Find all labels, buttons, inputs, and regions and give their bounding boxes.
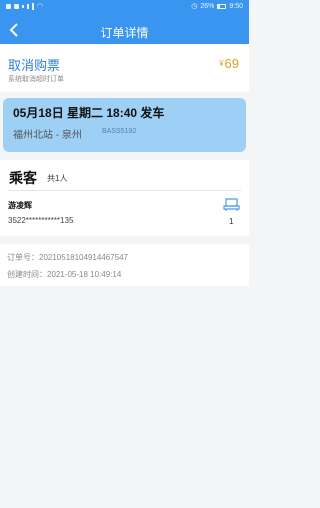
status-icons-right: ◷ 26% 9:50 — [191, 2, 243, 11]
page-title: 订单详情 — [100, 26, 149, 40]
order-status-title: 取消购票 — [8, 58, 61, 73]
clock-time: 9:50 — [229, 2, 243, 10]
alarm-icon: ◷ — [191, 3, 198, 10]
passenger-heading: 乘客 — [9, 170, 37, 186]
signal-icon — [22, 4, 24, 8]
signal-icon — [32, 2, 34, 10]
battery-icon — [217, 3, 227, 9]
price-amount: 69 — [224, 56, 239, 71]
divider — [8, 190, 241, 191]
status-icons-left: ◠ — [6, 2, 43, 10]
order-info-card: 订单号：20210518104914467547 创建时间：2021-05-18… — [0, 244, 249, 286]
passenger-name: 游凌辉 — [8, 201, 32, 210]
order-status-subtitle: 系统取消超时订单 — [8, 76, 64, 83]
passenger-id-number: 3522***********135 — [8, 216, 74, 225]
nav-bar: 订单详情 — [0, 16, 249, 44]
passenger-card: 乘客 共1人 游凌辉 3522***********135 1 — [0, 160, 249, 236]
departure-datetime: 05月18日 星期二 18:40 发车 — [13, 106, 165, 120]
order-number: 订单号：20210518104914467547 — [7, 253, 128, 262]
app-header: ◠ ◷ 26% 9:50 订单详情 — [0, 0, 249, 44]
created-time: 创建时间：2021-05-18 10:49:14 — [7, 270, 122, 279]
seat-icon — [223, 198, 240, 211]
trip-code: BASS5192 — [102, 128, 137, 135]
wifi-icon: ◠ — [37, 3, 44, 10]
trip-card: 05月18日 星期二 18:40 发车 福州北站 - 泉州 BASS5192 — [3, 98, 246, 152]
currency-symbol: ¥ — [219, 59, 224, 68]
trip-route: 福州北站 - 泉州 — [13, 130, 82, 141]
signal-icon — [27, 3, 29, 9]
battery-percent: 26% — [200, 2, 215, 10]
order-status-card: 取消购票 ¥69 系统取消超时订单 — [0, 44, 249, 92]
passenger-count: 共1人 — [47, 174, 68, 183]
app-notification-icon — [14, 3, 19, 9]
status-bar: ◠ ◷ 26% 9:50 — [0, 0, 249, 14]
seat-count: 1 — [229, 217, 234, 226]
order-price: ¥69 — [219, 56, 239, 71]
app-notification-icon — [6, 3, 11, 9]
